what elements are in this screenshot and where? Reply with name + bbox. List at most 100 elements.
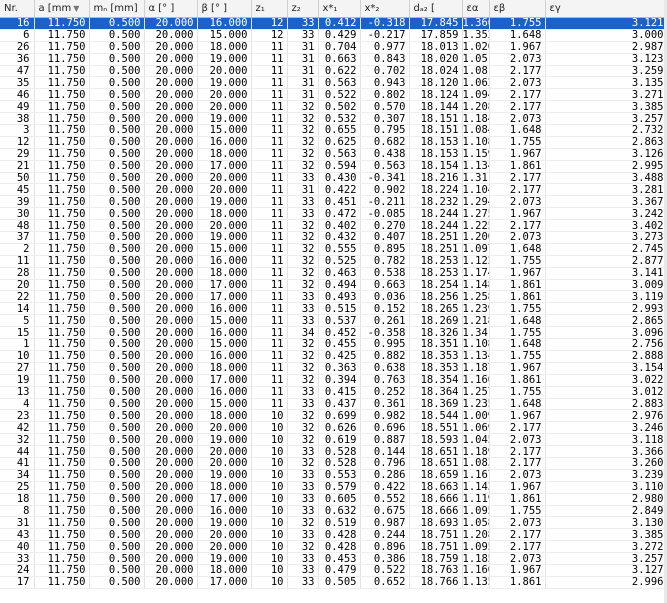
cell-z2: 32 [287,148,319,161]
cell-da2: 18.751 [409,540,463,554]
table-row[interactable]: 47 11.750 0.500 20.000 20.000 11 31 0.622 0.702 1… [0,65,667,78]
cell-eps-gamma: 3.110 [545,481,667,494]
table-row[interactable]: 28 11.750 0.500 20.000 18.000 11 32 0.463 0.538 1… [0,267,667,280]
cell-eps-gamma: 3.366 [545,445,667,458]
cell-alpha: 20.000 [144,350,198,363]
table-row[interactable]: 14 11.750 0.500 20.000 16.000 11 33 0.515 0.152 1… [0,302,667,316]
cell-z1: 10 [251,493,288,506]
table-row[interactable]: 48 11.750 0.500 20.000 20.000 11 32 0.402 0.270 1… [0,219,667,233]
cell-nr: 26 [0,41,35,54]
column-header-alpha[interactable]: α [° ] [144,0,198,18]
table-row[interactable]: 18 11.750 0.500 20.000 17.000 10 33 0.605 0.552 1… [0,493,667,506]
cell-nr: 11 [0,255,35,268]
table-row[interactable]: 8 11.750 0.500 20.000 16.000 10 33 0.632 0.675 18… [0,505,667,518]
cell-alpha: 20.000 [144,398,198,411]
cell-a: 11.750 [34,528,90,542]
cell-x1: 0.502 [318,100,361,114]
column-header-x2[interactable]: x*₂ [360,0,410,18]
cell-a: 11.750 [34,374,90,387]
cell-x2: 0.943 [360,76,410,90]
column-header-z2[interactable]: z₂ [287,0,319,18]
table-row[interactable]: 37 11.750 0.500 20.000 19.000 11 32 0.432 0.407 1… [0,231,667,244]
table-row[interactable]: 4 11.750 0.500 20.000 15.000 11 33 0.437 0.361 18… [0,398,667,411]
table-row[interactable]: 25 11.750 0.500 20.000 18.000 10 33 0.579 0.422 1… [0,481,667,494]
results-table[interactable]: Nr. a [mm ▼ mₙ [mm] α [° ] β [° ] z₁ z₂ x… [0,0,667,603]
cell-x1: 0.632 [318,505,361,518]
table-row[interactable]: 36 11.750 0.500 20.000 19.000 11 31 0.663 0.843 1… [0,53,667,66]
cell-mn: 0.500 [89,267,145,280]
table-row[interactable]: 34 11.750 0.500 20.000 19.000 10 33 0.553 0.286 1… [0,469,667,482]
cell-alpha: 20.000 [144,505,198,518]
cell-eps-beta: 1.967 [489,148,546,161]
cell-mn: 0.500 [89,160,145,173]
table-row[interactable]: 42 11.750 0.500 20.000 20.000 10 32 0.626 0.696 1… [0,421,667,435]
table-row[interactable]: 29 11.750 0.500 20.000 18.000 11 32 0.563 0.438 1… [0,148,667,161]
table-row[interactable]: 44 11.750 0.500 20.000 20.000 10 33 0.528 0.144 1… [0,445,667,458]
cell-eps-beta: 2.073 [489,231,546,244]
cell-x1: 0.699 [318,409,361,423]
table-row[interactable]: 32 11.750 0.500 20.000 19.000 10 32 0.619 0.887 1… [0,433,667,447]
table-row[interactable]: 30 11.750 0.500 20.000 18.000 11 33 0.472 -0.085… [0,207,667,221]
cell-eps-gamma: 3.141 [545,267,667,280]
cell-eps-alpha: 1.208 [462,100,490,114]
table-row[interactable]: 6 11.750 0.500 20.000 15.000 12 33 0.429 -0.217 1… [0,29,667,42]
cell-x2: 0.244 [360,528,410,542]
table-row[interactable]: 20 11.750 0.500 20.000 17.000 11 32 0.494 0.663 1… [0,279,667,292]
cell-x2: 0.896 [360,540,410,554]
column-header-x1[interactable]: x*₁ [318,0,361,18]
cell-x1: 0.519 [318,516,361,530]
cell-eps-beta: 1.755 [489,302,546,316]
table-row[interactable]: 2 11.750 0.500 20.000 15.000 11 32 0.555 0.895 18… [0,243,667,256]
table-row[interactable]: 38 11.750 0.500 20.000 19.000 11 32 0.532 0.307 1… [0,112,667,126]
table-row[interactable]: 1 11.750 0.500 20.000 15.000 11 32 0.455 0.995 18… [0,338,667,351]
table-row[interactable]: 23 11.750 0.500 20.000 18.000 10 32 0.699 0.982 1… [0,409,667,423]
table-row[interactable]: 43 11.750 0.500 20.000 20.000 10 33 0.428 0.244 1… [0,528,667,542]
table-row[interactable]: 31 11.750 0.500 20.000 19.000 10 32 0.519 0.987 1… [0,516,667,530]
cell-eps-gamma: 3.239 [545,469,667,482]
table-row[interactable]: 11 11.750 0.500 20.000 16.000 11 32 0.525 0.782 1… [0,255,667,268]
table-row[interactable]: 16 11.750 0.500 20.000 16.000 12 33 0.412 -0.318… [0,17,667,30]
column-header-da2[interactable]: dₐ₂ [ [409,0,463,18]
table-row[interactable]: 17 11.750 0.500 20.000 17.000 10 33 0.505 0.652 1… [0,576,667,589]
cell-eps-gamma: 3.272 [545,540,667,554]
table-row[interactable]: 50 11.750 0.500 20.000 20.000 11 33 0.430 -0.341… [0,172,667,185]
table-row[interactable]: 41 11.750 0.500 20.000 20.000 10 32 0.528 0.796 1… [0,457,667,470]
table-row[interactable]: 22 11.750 0.500 20.000 17.000 11 33 0.493 0.036 1… [0,290,667,304]
cell-z1: 10 [251,564,288,577]
table-row[interactable]: 21 11.750 0.500 20.000 17.000 11 32 0.594 0.563 1… [0,160,667,173]
cell-beta: 20.000 [197,172,252,185]
table-row[interactable]: 26 11.750 0.500 20.000 18.000 11 31 0.704 0.977 1… [0,41,667,54]
column-header-mn[interactable]: mₙ [mm] [89,0,145,18]
table-row[interactable]: 3 11.750 0.500 20.000 15.000 11 32 0.655 0.795 18… [0,124,667,137]
column-header-eps-alpha[interactable]: εα [462,0,490,18]
cell-eps-alpha: 1.200 [462,231,490,244]
cell-alpha: 20.000 [144,255,198,268]
cell-eps-beta: 2.073 [489,469,546,482]
column-header-eps-beta[interactable]: εβ [489,0,546,18]
table-row[interactable]: 45 11.750 0.500 20.000 20.000 11 31 0.422 0.902 1… [0,183,667,197]
table-row[interactable]: 24 11.750 0.500 20.000 18.000 10 33 0.479 0.522 1… [0,564,667,577]
cell-x1: 0.515 [318,302,361,316]
table-row[interactable]: 35 11.750 0.500 20.000 19.000 11 31 0.563 0.943 1… [0,76,667,90]
table-row[interactable]: 27 11.750 0.500 20.000 18.000 11 32 0.363 0.638 1… [0,362,667,375]
table-row[interactable]: 5 11.750 0.500 20.000 15.000 11 33 0.537 0.261 18… [0,314,667,328]
table-row[interactable]: 46 11.750 0.500 20.000 20.000 11 31 0.522 0.802 1… [0,88,667,102]
table-row[interactable]: 39 11.750 0.500 20.000 19.000 11 33 0.451 -0.211… [0,195,667,209]
cell-da2: 18.232 [409,195,463,209]
table-row[interactable]: 13 11.750 0.500 20.000 16.000 11 33 0.415 0.252 1… [0,386,667,399]
column-header-a[interactable]: a [mm ▼ [34,0,90,18]
column-header-z1[interactable]: z₁ [251,0,288,18]
table-row[interactable]: 49 11.750 0.500 20.000 20.000 11 32 0.502 0.570 1… [0,100,667,114]
table-row[interactable]: 15 11.750 0.500 20.000 16.000 11 34 0.452 -0.358… [0,326,667,340]
table-row[interactable]: 19 11.750 0.500 20.000 17.000 11 32 0.394 0.763 1… [0,374,667,387]
cell-z1: 11 [251,53,288,66]
cell-beta: 17.000 [197,160,252,173]
column-header-beta[interactable]: β [° ] [197,0,252,18]
table-row[interactable]: 40 11.750 0.500 20.000 20.000 10 32 0.428 0.896 1… [0,540,667,554]
cell-a: 11.750 [34,469,90,482]
table-row[interactable]: 12 11.750 0.500 20.000 16.000 11 32 0.625 0.682 1… [0,136,667,149]
column-header-eps-gamma[interactable]: εγ [545,0,667,18]
table-row[interactable]: 10 11.750 0.500 20.000 16.000 11 32 0.425 0.882 1… [0,350,667,363]
table-row[interactable]: 33 11.750 0.500 20.000 19.000 10 33 0.453 0.386 1… [0,552,667,565]
column-header-nr[interactable]: Nr. [0,0,35,18]
